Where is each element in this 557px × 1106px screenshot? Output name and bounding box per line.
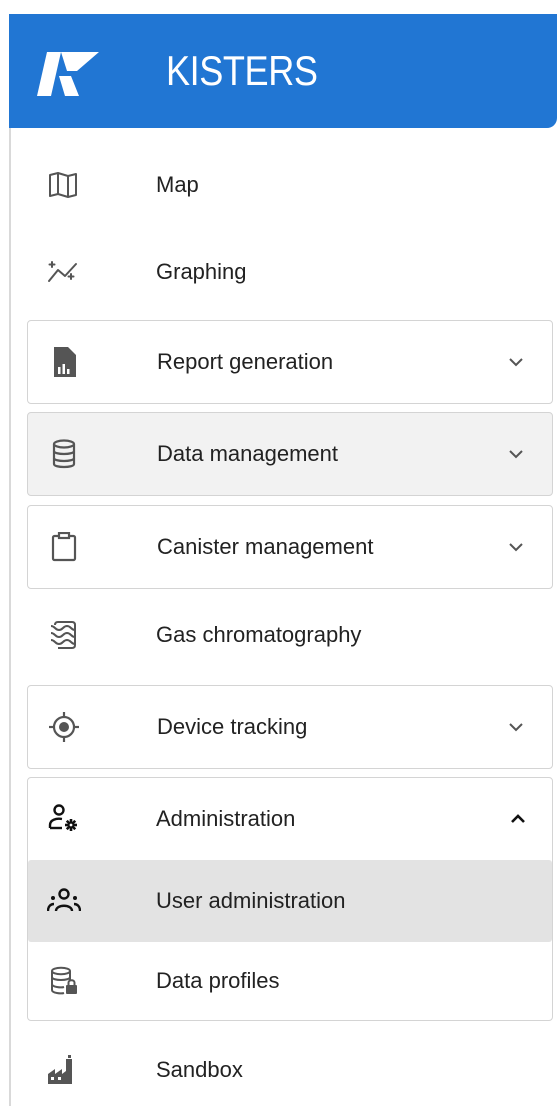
crosshair-target-icon: [46, 709, 82, 745]
nav-item-label: Sandbox: [156, 1057, 243, 1082]
clipboard-icon: [46, 529, 82, 565]
user-group-icon: [46, 883, 82, 919]
app-header: KISTERS: [9, 14, 557, 128]
chevron-down-icon[interactable]: [506, 352, 526, 372]
nav-item-label: Graphing: [156, 259, 247, 284]
nav-item-label: User administration: [156, 888, 346, 913]
nav-item-label: Device tracking: [157, 714, 308, 739]
nav-item-label: Data profiles: [156, 968, 280, 993]
nav-subitem-user-administration[interactable]: User administration: [28, 860, 552, 942]
graph-trend-icon: [45, 254, 81, 290]
database-icon: [46, 436, 82, 472]
nav-item-canister-management[interactable]: Canister management: [27, 505, 553, 589]
nav-item-report-generation[interactable]: Report generation: [27, 320, 553, 404]
nav-item-gas-chromatography[interactable]: Gas chromatography: [27, 593, 553, 677]
sidebar-left-rule: [9, 128, 11, 1106]
report-file-icon: [46, 344, 82, 380]
nav-subitem-data-profiles[interactable]: Data profiles: [28, 940, 552, 1022]
kisters-logo-icon[interactable]: [37, 52, 99, 96]
chevron-down-icon[interactable]: [506, 717, 526, 737]
brand-name: KISTERS: [166, 47, 318, 94]
nav-item-administration[interactable]: Administration: [28, 778, 552, 860]
nav-item-label: Administration: [156, 806, 296, 831]
nav-item-data-management[interactable]: Data management: [27, 412, 553, 496]
chromatography-icon: [45, 617, 81, 653]
nav-item-device-tracking[interactable]: Device tracking: [27, 685, 553, 769]
nav-group-administration: Administration User administration Data …: [27, 777, 553, 1021]
nav-item-label: Data management: [157, 441, 338, 466]
nav-item-label: Canister management: [157, 534, 374, 559]
nav-item-label: Map: [156, 172, 199, 197]
nav-item-map[interactable]: Map: [27, 143, 553, 227]
nav-item-label: Gas chromatography: [156, 622, 362, 647]
nav-item-label: Report generation: [157, 349, 334, 374]
database-lock-icon: [46, 963, 82, 999]
chevron-down-icon[interactable]: [506, 537, 526, 557]
nav-item-sandbox[interactable]: Sandbox: [27, 1028, 553, 1106]
user-gear-icon: [46, 801, 82, 837]
chevron-up-icon[interactable]: [508, 809, 528, 829]
nav-item-graphing[interactable]: Graphing: [27, 230, 553, 314]
map-icon: [45, 167, 81, 203]
sandbox-factory-icon: [45, 1052, 81, 1088]
chevron-down-icon[interactable]: [506, 444, 526, 464]
